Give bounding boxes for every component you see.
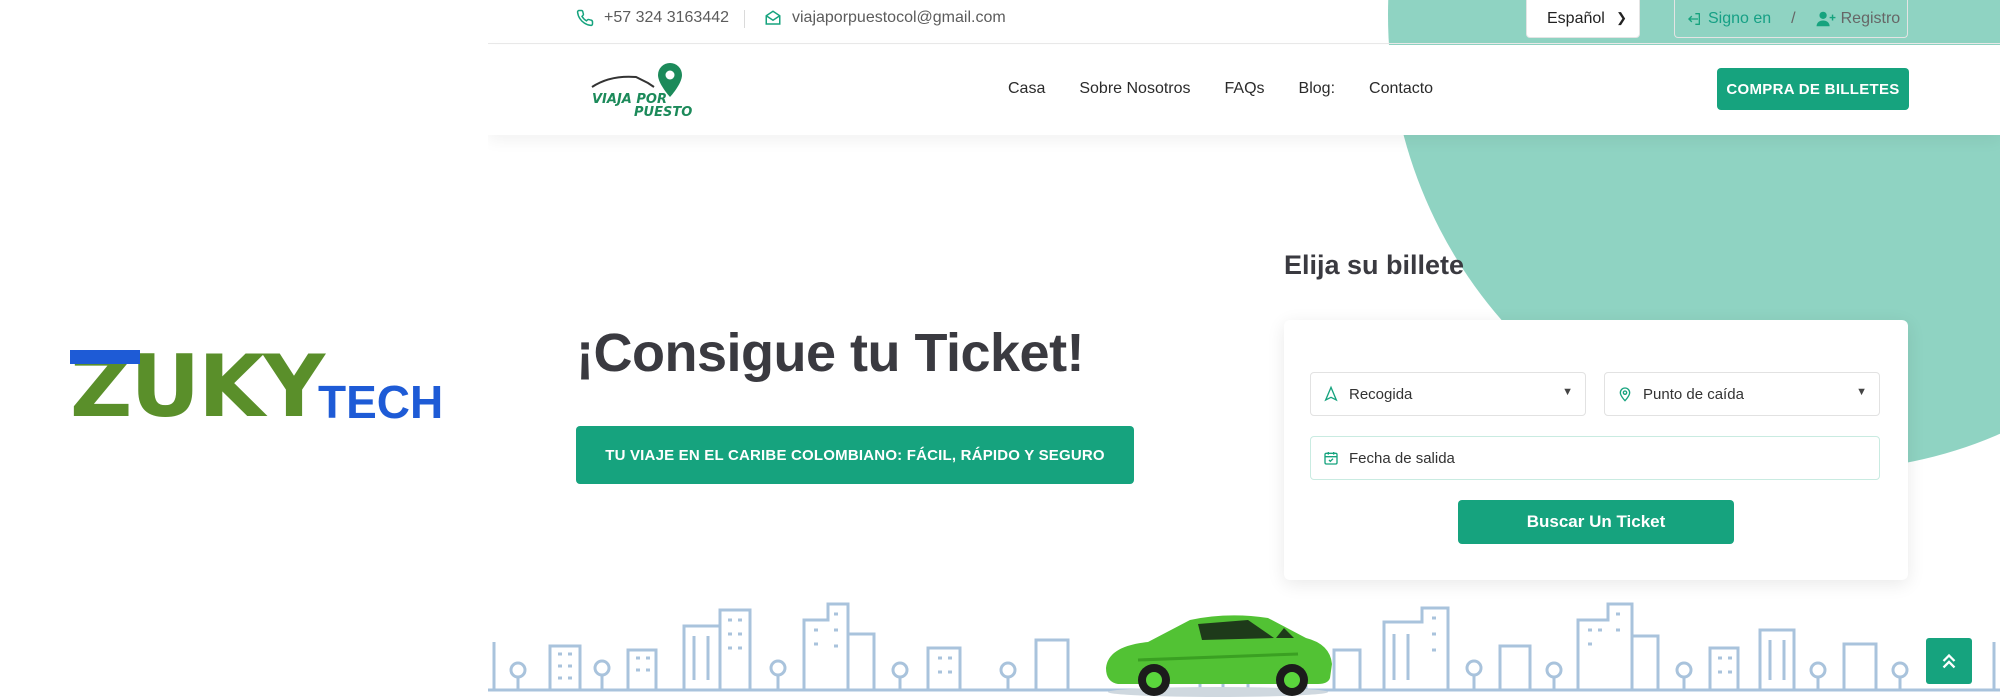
divider	[744, 10, 745, 28]
phone-icon	[576, 9, 594, 27]
booking-card: Recogida ▼ Punto de caída ▼ Fecha de sal…	[1284, 320, 1908, 580]
nav-item-contacto[interactable]: Contacto	[1369, 80, 1433, 98]
dropoff-placeholder: Punto de caída	[1643, 385, 1744, 403]
nav-menu: Casa Sobre Nosotros FAQs Blog: Contacto	[1008, 80, 1467, 98]
user-plus-icon	[1816, 11, 1836, 26]
sign-in-link[interactable]: Signo en	[1685, 10, 1771, 28]
departure-date-input[interactable]: Fecha de salida	[1310, 436, 1880, 480]
caret-down-icon: ▼	[1856, 386, 1867, 398]
search-ticket-button[interactable]: Buscar Un Ticket	[1458, 500, 1734, 544]
pickup-placeholder: Recogida	[1349, 385, 1413, 403]
phone-contact[interactable]: +57 324 3163442	[576, 9, 729, 27]
date-placeholder: Fecha de salida	[1349, 449, 1455, 467]
sign-in-label: Signo en	[1708, 9, 1772, 27]
language-select[interactable]: Español ❯	[1526, 0, 1640, 38]
scroll-to-top-button[interactable]	[1926, 638, 1972, 684]
register-link[interactable]: Registro	[1816, 9, 1901, 28]
hero-tagline-button[interactable]: TU VIAJE EN EL CARIBE COLOMBIANO: FÁCIL,…	[576, 426, 1134, 484]
hero-title: ¡Consigue tu Ticket!	[576, 323, 1085, 383]
viaja-por-puesto-logo[interactable]: VIAJA POR PUESTO	[590, 61, 700, 119]
svg-text:TECH: TECH	[318, 376, 443, 428]
auth-links: Signo en / Registro	[1674, 0, 1908, 38]
website-viewport: +57 324 3163442 viajaporpuestocol@gmail.…	[488, 0, 2000, 698]
top-bar: +57 324 3163442 viajaporpuestocol@gmail.…	[488, 0, 2000, 44]
nav-item-sobre-nosotros[interactable]: Sobre Nosotros	[1079, 80, 1190, 98]
buy-tickets-button[interactable]: COMPRA DE BILLETES	[1717, 68, 1909, 110]
booking-title: Elija su billete	[1284, 250, 1465, 280]
nav-item-casa[interactable]: Casa	[1008, 80, 1045, 98]
caret-down-icon: ▼	[1562, 386, 1573, 398]
map-pin-icon	[1619, 387, 1631, 402]
mail-icon	[765, 10, 781, 25]
sign-in-icon	[1688, 12, 1700, 25]
logo-text-2: PUESTO	[634, 105, 692, 119]
email-contact[interactable]: viajaporpuestocol@gmail.com	[764, 9, 1006, 27]
register-label: Registro	[1840, 9, 1901, 27]
email-address: viajaporpuestocol@gmail.com	[792, 9, 1006, 26]
left-panel: ZUKY TECH	[0, 0, 488, 698]
language-value: Español	[1547, 9, 1605, 27]
calendar-icon	[1324, 452, 1338, 465]
dropoff-select[interactable]: Punto de caída ▼	[1604, 372, 1880, 416]
nav-item-faqs[interactable]: FAQs	[1225, 80, 1265, 98]
nav-item-blog[interactable]: Blog:	[1299, 80, 1335, 98]
chevron-down-icon: ❯	[1616, 10, 1627, 25]
auth-separator: /	[1791, 9, 1796, 27]
green-car-illustration	[1106, 615, 1332, 697]
pickup-select[interactable]: Recogida ▼	[1310, 372, 1586, 416]
main-navbar: VIAJA POR PUESTO Casa Sobre Nosotros FAQ…	[488, 45, 2000, 135]
zuky-tech-logo: ZUKY TECH	[70, 348, 443, 428]
chevron-up-icon	[1942, 653, 1956, 669]
phone-number: +57 324 3163442	[604, 9, 730, 26]
navigation-icon	[1324, 385, 1338, 402]
